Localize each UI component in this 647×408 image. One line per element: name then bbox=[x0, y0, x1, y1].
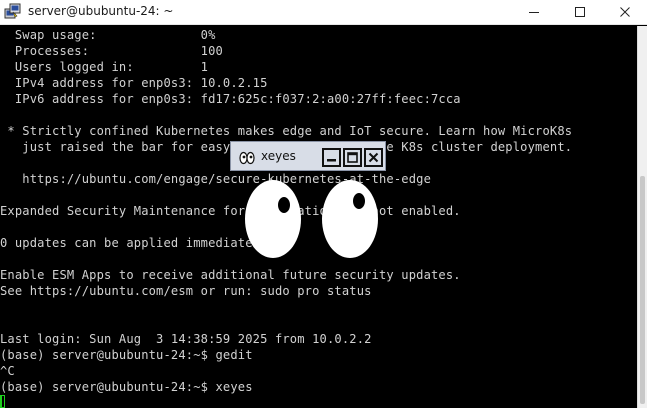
putty-icon bbox=[4, 3, 22, 21]
minimize-icon bbox=[327, 159, 336, 162]
terminal-line: (base) server@ububuntu-24:~$ gedit bbox=[0, 348, 253, 362]
close-icon bbox=[368, 152, 379, 163]
xeyes-minimize-button[interactable] bbox=[322, 148, 341, 167]
right-pupil bbox=[353, 193, 365, 209]
terminal-line: IPv6 address for enp0s3: fd17:625c:f037:… bbox=[0, 92, 461, 106]
maximize-icon bbox=[575, 7, 585, 17]
xeyes-window[interactable]: xeyes bbox=[230, 141, 386, 265]
terminal-line: See https://ubuntu.com/esm or run: sudo … bbox=[0, 284, 372, 298]
terminal-line: Swap usage: 0% bbox=[0, 28, 216, 42]
terminal-line: Last login: Sun Aug 3 14:38:59 2025 from… bbox=[0, 332, 372, 346]
minimize-icon bbox=[529, 12, 539, 13]
terminal-line: (base) server@ububuntu-24:~$ xeyes bbox=[0, 380, 253, 394]
xeyes-maximize-button[interactable] bbox=[343, 148, 362, 167]
xeyes-eyes bbox=[245, 180, 378, 258]
right-eye bbox=[322, 180, 378, 258]
terminal-line: * Strictly confined Kubernetes makes edg… bbox=[0, 124, 573, 138]
maximize-button[interactable] bbox=[557, 0, 603, 24]
terminal-line: ^C bbox=[0, 364, 15, 378]
maximize-icon bbox=[347, 152, 358, 163]
vertical-scrollbar[interactable] bbox=[637, 26, 647, 408]
left-pupil bbox=[278, 197, 290, 213]
xeyes-titlebar[interactable]: xeyes bbox=[230, 141, 386, 171]
terminal-line: Enable ESM Apps to receive additional fu… bbox=[0, 268, 461, 282]
left-eye bbox=[245, 180, 301, 258]
terminal-cursor bbox=[0, 395, 5, 408]
window-title: server@ububuntu-24: ~ bbox=[28, 4, 174, 18]
close-button[interactable] bbox=[603, 0, 647, 24]
xeyes-title: xeyes bbox=[261, 149, 296, 163]
terminal-line: Users logged in: 1 bbox=[0, 60, 209, 74]
terminal-line: Processes: 100 bbox=[0, 44, 223, 58]
minimize-button[interactable] bbox=[511, 0, 557, 24]
terminal-line: IPv4 address for enp0s3: 10.0.2.15 bbox=[0, 76, 268, 90]
xeyes-close-button[interactable] bbox=[364, 148, 383, 167]
xeyes-icon bbox=[239, 150, 255, 165]
scrollbar-thumb[interactable] bbox=[640, 176, 645, 404]
window-titlebar[interactable]: server@ububuntu-24: ~ bbox=[0, 0, 647, 25]
close-icon bbox=[620, 7, 630, 17]
